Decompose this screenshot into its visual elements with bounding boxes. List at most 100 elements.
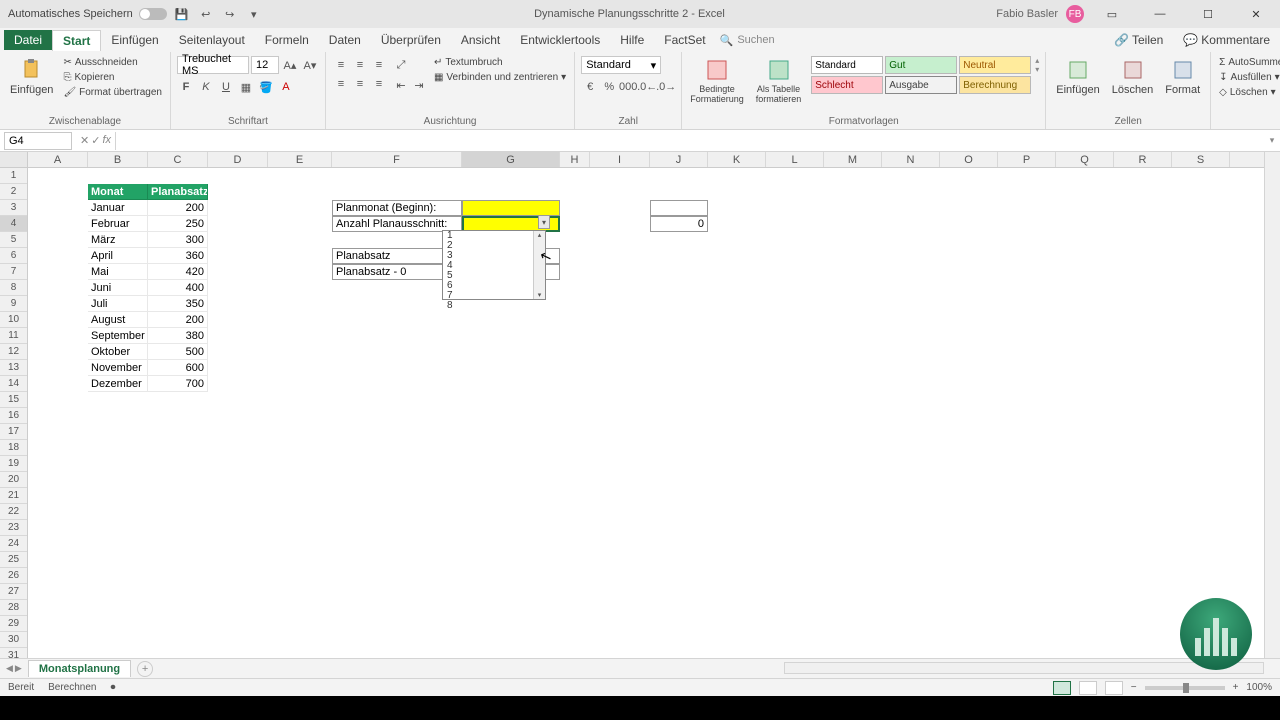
insert-cells-button[interactable]: Einfügen: [1052, 56, 1103, 98]
style-schlecht[interactable]: Schlecht: [811, 76, 883, 94]
row-header-25[interactable]: 25: [0, 552, 27, 568]
tab-review[interactable]: Überprüfen: [371, 30, 451, 50]
currency-icon[interactable]: €: [581, 78, 599, 96]
close-icon[interactable]: ✕: [1236, 0, 1276, 28]
cell[interactable]: 600: [148, 360, 208, 376]
align-top-icon[interactable]: ≡: [332, 56, 350, 74]
sheet-nav-next-icon[interactable]: ▶: [15, 663, 22, 674]
horizontal-scrollbar[interactable]: [784, 662, 1264, 674]
cell[interactable]: 200: [148, 312, 208, 328]
row-header-12[interactable]: 12: [0, 344, 27, 360]
row-header-20[interactable]: 20: [0, 472, 27, 488]
autosave-toggle[interactable]: Automatisches Speichern: [8, 8, 167, 20]
cond-format-button[interactable]: Bedingte Formatierung: [688, 56, 746, 106]
col-header-Q[interactable]: Q: [1056, 152, 1114, 167]
table-format-button[interactable]: Als Tabelle formatieren: [750, 56, 807, 106]
share-button[interactable]: 🔗Teilen: [1108, 31, 1169, 49]
align-right-icon[interactable]: ≡: [370, 75, 388, 93]
row-header-11[interactable]: 11: [0, 328, 27, 344]
row-header-22[interactable]: 22: [0, 504, 27, 520]
cell[interactable]: 0: [650, 216, 708, 232]
cell[interactable]: 350: [148, 296, 208, 312]
align-left-icon[interactable]: ≡: [332, 75, 350, 93]
tab-start[interactable]: Start: [52, 30, 101, 51]
indent-dec-icon[interactable]: ⇤: [392, 76, 410, 94]
cell[interactable]: November: [88, 360, 148, 376]
autosum-button[interactable]: Σ AutoSumme ▾: [1217, 56, 1280, 69]
row-header-26[interactable]: 26: [0, 568, 27, 584]
col-header-D[interactable]: D: [208, 152, 268, 167]
sheet-nav-prev-icon[interactable]: ◀: [6, 663, 13, 674]
tab-view[interactable]: Ansicht: [451, 30, 510, 50]
cell[interactable]: August: [88, 312, 148, 328]
col-header-A[interactable]: A: [28, 152, 88, 167]
row-header-5[interactable]: 5: [0, 232, 27, 248]
row-header-28[interactable]: 28: [0, 600, 27, 616]
expand-formula-icon[interactable]: ▾: [1264, 135, 1280, 146]
underline-icon[interactable]: U: [217, 78, 235, 96]
formula-input[interactable]: [115, 132, 1264, 150]
delete-cells-button[interactable]: Löschen: [1108, 56, 1158, 98]
font-size-select[interactable]: 12: [251, 56, 279, 74]
col-header-E[interactable]: E: [268, 152, 332, 167]
scroll-down-icon[interactable]: ▾: [538, 291, 542, 299]
comments-button[interactable]: 💬Kommentare: [1177, 31, 1276, 49]
row-header-8[interactable]: 8: [0, 280, 27, 296]
row-header-15[interactable]: 15: [0, 392, 27, 408]
style-berechnung[interactable]: Berechnung: [959, 76, 1031, 94]
dropdown-option[interactable]: 2: [443, 241, 545, 251]
name-box[interactable]: G4: [4, 132, 72, 150]
row-header-1[interactable]: 1: [0, 168, 27, 184]
cell[interactable]: Februar: [88, 216, 148, 232]
add-sheet-icon[interactable]: +: [137, 661, 153, 677]
col-header-F[interactable]: F: [332, 152, 462, 167]
cell[interactable]: Planmonat (Beginn):: [332, 200, 462, 216]
dropdown-option[interactable]: 1: [443, 231, 545, 241]
col-header-L[interactable]: L: [766, 152, 824, 167]
vertical-scrollbar[interactable]: [1264, 152, 1280, 658]
grow-font-icon[interactable]: A▴: [281, 56, 299, 74]
percent-icon[interactable]: %: [600, 78, 618, 96]
zoom-value[interactable]: 100%: [1246, 682, 1272, 693]
row-header-18[interactable]: 18: [0, 440, 27, 456]
dropdown-option[interactable]: 5: [443, 271, 545, 281]
user-name[interactable]: Fabio Basler: [996, 8, 1058, 20]
cancel-formula-icon[interactable]: ✕: [80, 134, 89, 147]
number-format-select[interactable]: Standard▾: [581, 56, 661, 74]
tab-factset[interactable]: FactSet: [654, 30, 715, 50]
fx-icon[interactable]: fx: [102, 134, 111, 147]
tab-data[interactable]: Daten: [319, 30, 371, 50]
row-header-21[interactable]: 21: [0, 488, 27, 504]
validation-dropdown-list[interactable]: 12345678 ▴▾: [442, 230, 546, 300]
cell-styles-gallery[interactable]: Standard Gut Neutral Schlecht Ausgabe Be…: [811, 56, 1031, 94]
cell[interactable]: 360: [148, 248, 208, 264]
border-icon[interactable]: ▦: [237, 78, 255, 96]
tab-dev[interactable]: Entwicklertools: [510, 30, 610, 50]
cell[interactable]: 300: [148, 232, 208, 248]
row-header-10[interactable]: 10: [0, 312, 27, 328]
view-break-icon[interactable]: [1105, 681, 1123, 695]
view-layout-icon[interactable]: [1079, 681, 1097, 695]
fill-color-icon[interactable]: 🪣: [257, 78, 275, 96]
cell[interactable]: 420: [148, 264, 208, 280]
style-gut[interactable]: Gut: [885, 56, 957, 74]
format-painter-button[interactable]: 🖌 Format übertragen: [61, 86, 164, 99]
inc-decimal-icon[interactable]: .0←: [638, 78, 656, 96]
cut-button[interactable]: ✂ Ausschneiden: [61, 56, 164, 69]
col-header-J[interactable]: J: [650, 152, 708, 167]
spreadsheet-grid[interactable]: ABCDEFGHIJKLMNOPQRS 12345678910111213141…: [0, 152, 1280, 658]
ribbon-options-icon[interactable]: ▭: [1092, 0, 1132, 28]
avatar[interactable]: FB: [1066, 5, 1084, 23]
cell[interactable]: 400: [148, 280, 208, 296]
cell[interactable]: [650, 200, 708, 216]
row-header-13[interactable]: 13: [0, 360, 27, 376]
row-header-6[interactable]: 6: [0, 248, 27, 264]
zoom-in-icon[interactable]: +: [1233, 682, 1239, 693]
col-header-S[interactable]: S: [1172, 152, 1230, 167]
dropdown-option[interactable]: 8: [443, 301, 545, 311]
col-header-M[interactable]: M: [824, 152, 882, 167]
align-center-icon[interactable]: ≡: [351, 75, 369, 93]
clear-button[interactable]: ◇ Löschen ▾: [1217, 86, 1280, 99]
row-header-9[interactable]: 9: [0, 296, 27, 312]
row-header-29[interactable]: 29: [0, 616, 27, 632]
